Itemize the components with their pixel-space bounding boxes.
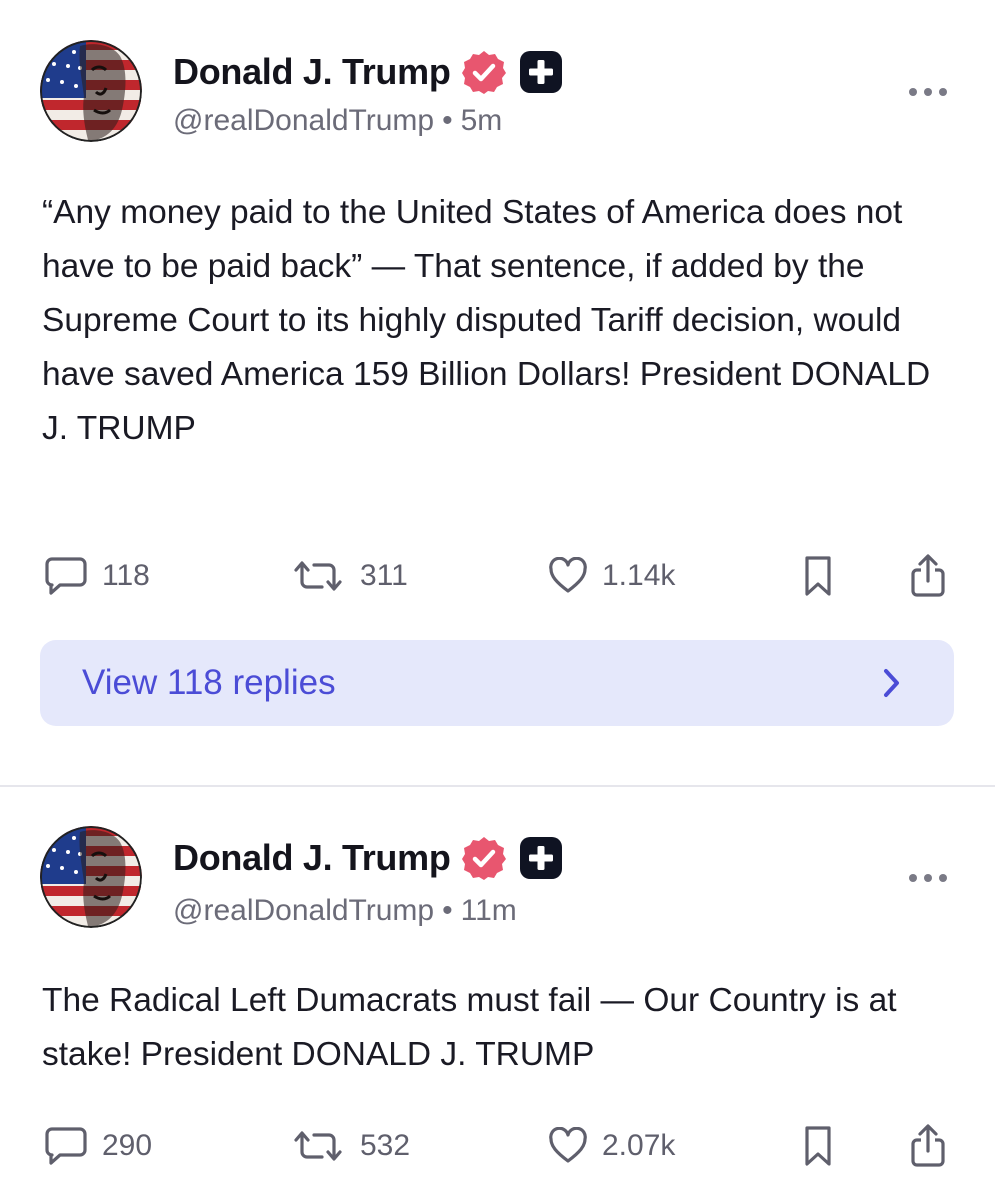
repost-icon — [294, 1131, 342, 1161]
bookmark-button[interactable] — [802, 546, 834, 606]
author-avatar[interactable] — [40, 826, 142, 928]
post-timestamp[interactable]: 5m — [461, 104, 503, 137]
reply-count: 118 — [102, 559, 150, 592]
view-replies-button[interactable]: View 118 replies — [40, 640, 954, 726]
post-card: Donald J. Trump @realDonaldTrump • 5m “Any… — [0, 0, 995, 786]
view-replies-label: View 118 replies — [82, 663, 336, 702]
like-count: 2.07k — [602, 1129, 676, 1162]
reply-button[interactable]: 118 — [44, 546, 150, 606]
share-icon — [911, 1124, 945, 1167]
share-button[interactable] — [908, 546, 948, 606]
bookmark-button[interactable] — [802, 1116, 834, 1176]
post-divider — [0, 785, 995, 787]
repost-count: 311 — [360, 559, 408, 592]
author-display-name[interactable]: Donald J. Trump — [173, 837, 451, 879]
bookmark-icon — [805, 1126, 831, 1166]
author-avatar[interactable] — [40, 40, 142, 142]
bookmark-icon — [805, 556, 831, 596]
post-text: The Radical Left Dumacrats must fail — O… — [42, 982, 897, 1073]
reply-count: 290 — [102, 1129, 153, 1162]
share-button[interactable] — [908, 1116, 948, 1176]
comment-icon — [45, 557, 87, 595]
post-actions: 290 532 2.07k — [0, 1116, 995, 1176]
post-actions: 118 311 1.14k — [0, 546, 995, 606]
like-button[interactable]: 2.07k — [548, 1116, 675, 1176]
like-button[interactable]: 1.14k — [548, 546, 675, 606]
chevron-right-icon — [884, 669, 899, 697]
comment-icon — [45, 1127, 87, 1165]
separator-dot: • — [442, 104, 453, 137]
share-icon — [911, 554, 945, 597]
heart-icon — [549, 1127, 587, 1163]
repost-count: 532 — [360, 1129, 411, 1162]
more-options-icon[interactable] — [906, 868, 950, 888]
post-timestamp[interactable]: 11m — [461, 894, 517, 927]
repost-button[interactable]: 311 — [290, 546, 408, 606]
repost-button[interactable]: 532 — [290, 1116, 410, 1176]
author-name-row: Donald J. Trump — [173, 48, 563, 96]
author-display-name[interactable]: Donald J. Trump — [173, 51, 451, 93]
author-handle[interactable]: @realDonaldTrump — [173, 894, 434, 927]
post-text: “Any money paid to the United States of … — [42, 194, 931, 447]
author-handle[interactable]: @realDonaldTrump — [173, 104, 434, 137]
plus-badge-icon — [519, 837, 562, 879]
post-card: Donald J. Trump @realDonaldTrump • 11m The… — [0, 788, 995, 1200]
author-handle-row: @realDonaldTrump • 11m — [173, 894, 517, 928]
author-name-row: Donald J. Trump — [173, 834, 563, 882]
verified-badge-icon — [461, 51, 506, 94]
flag-face-avatar-icon — [40, 40, 142, 142]
reply-button[interactable]: 290 — [44, 1116, 152, 1176]
plus-badge-icon — [519, 51, 562, 93]
more-options-icon[interactable] — [906, 82, 950, 102]
separator-dot: • — [442, 894, 453, 927]
author-handle-row: @realDonaldTrump • 5m — [173, 104, 502, 138]
verified-badge-icon — [461, 837, 506, 880]
like-count: 1.14k — [602, 559, 676, 592]
flag-face-avatar-icon — [40, 826, 142, 928]
repost-icon — [294, 561, 342, 591]
heart-icon — [549, 557, 587, 593]
